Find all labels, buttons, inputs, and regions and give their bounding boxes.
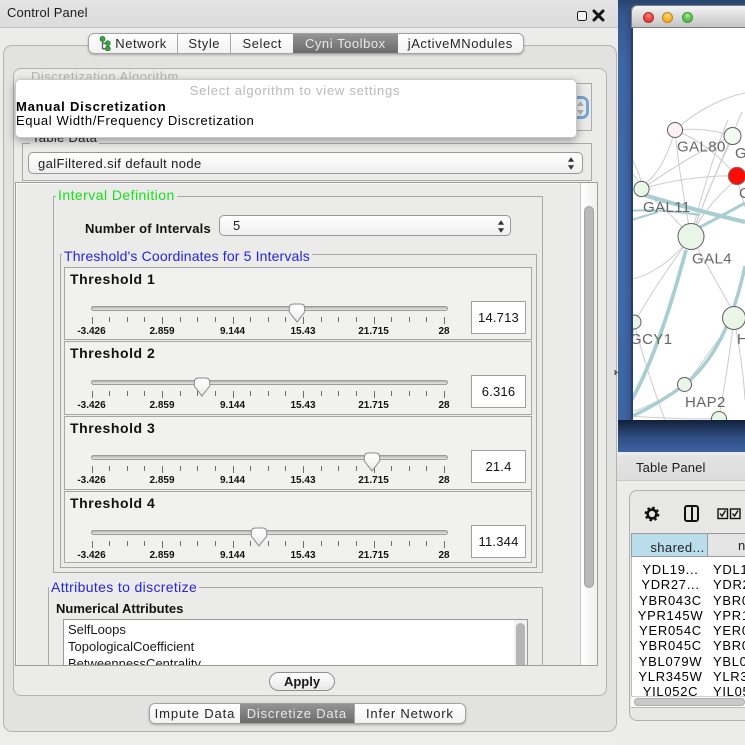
svg-text:HIS: HIS (737, 331, 745, 348)
svg-text:GAL7: GAL7 (735, 145, 745, 162)
svg-text:GAL80: GAL80 (677, 139, 726, 156)
svg-text:GCY1: GCY1 (633, 331, 672, 348)
svg-text:GAL4: GAL4 (692, 251, 732, 268)
svg-text:GAL11: GAL11 (643, 199, 691, 216)
svg-text:C: C (739, 185, 745, 202)
svg-text:HAP2: HAP2 (685, 394, 726, 411)
